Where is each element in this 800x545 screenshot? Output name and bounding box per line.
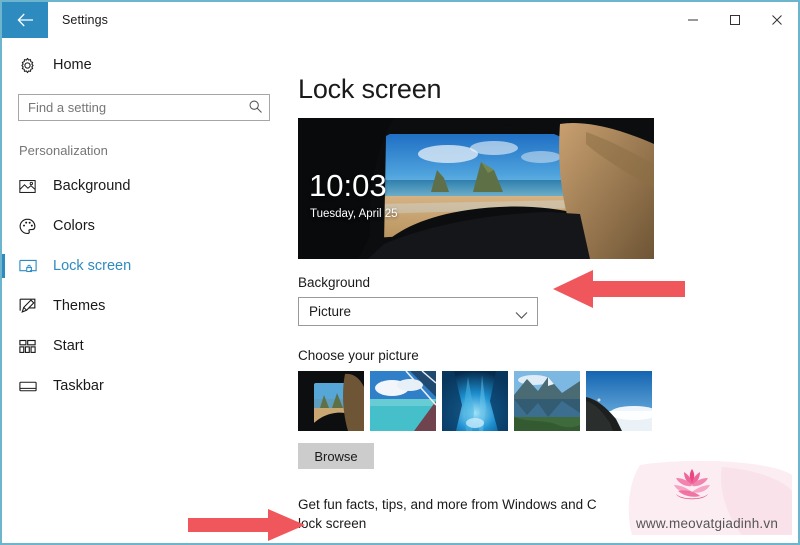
lock-screen-icon (19, 259, 45, 274)
lock-screen-preview: 10:03 Tuesday, April 25 (298, 118, 654, 259)
back-button[interactable] (2, 2, 48, 38)
thumbnail-cliff-above-clouds[interactable] (586, 371, 652, 431)
sidebar-section-header: Personalization (19, 143, 108, 158)
sidebar-item-label: Start (53, 338, 84, 354)
close-icon (772, 15, 782, 25)
sidebar-item-background[interactable]: Background (2, 166, 290, 206)
search-input[interactable] (18, 94, 270, 121)
picture-thumbnails (298, 371, 798, 431)
gear-icon (19, 57, 45, 74)
title-bar: Settings (2, 2, 798, 38)
app-title: Settings (62, 13, 108, 27)
background-label: Background (298, 275, 371, 290)
thumbnail-sky-structure-water[interactable] (370, 371, 436, 431)
sidebar-item-lock-screen[interactable]: Lock screen (2, 246, 290, 286)
preview-date: Tuesday, April 25 (310, 208, 398, 220)
search-box (18, 94, 270, 121)
sidebar-home-label: Home (53, 57, 92, 73)
sidebar-item-themes[interactable]: Themes (2, 286, 290, 326)
window-controls (672, 2, 798, 38)
sidebar-item-label: Themes (53, 298, 106, 314)
settings-window: Settings Home Find a setting Personaliza… (0, 0, 800, 545)
page-title: Lock screen (298, 74, 442, 104)
thumbnail-mountain-lake-reflection[interactable] (514, 371, 580, 431)
choose-picture-label: Choose your picture (298, 348, 419, 363)
brush-icon (19, 298, 45, 314)
picture-icon (19, 179, 45, 194)
sidebar-item-label: Colors (53, 218, 95, 234)
maximize-icon (730, 15, 740, 25)
minimize-icon (688, 19, 698, 21)
sidebar-item-home[interactable]: Home (2, 48, 290, 82)
thumbnail-sea-cave-beach[interactable] (298, 371, 364, 431)
sidebar-item-taskbar[interactable]: Taskbar (2, 366, 290, 406)
main-content: Lock screen 10:03 Tuesday, April 25 Back… (290, 38, 798, 543)
background-dropdown-value: Picture (309, 304, 352, 319)
fun-facts-description: Get fun facts, tips, and more from Windo… (298, 497, 597, 532)
browse-button[interactable]: Browse (298, 443, 374, 469)
taskbar-icon (19, 380, 45, 393)
sidebar-item-colors[interactable]: Colors (2, 206, 290, 246)
preview-time: 10:03 (309, 168, 387, 203)
sidebar-item-start[interactable]: Start (2, 326, 290, 366)
minimize-button[interactable] (672, 2, 714, 38)
thumbnail-blue-ice-cave[interactable] (442, 371, 508, 431)
palette-icon (19, 218, 45, 235)
start-tiles-icon (19, 339, 45, 354)
sidebar: Home Personalization (2, 38, 290, 543)
sidebar-item-label: Lock screen (53, 258, 132, 274)
close-button[interactable] (756, 2, 798, 38)
window-body: Home Personalization (2, 38, 798, 543)
maximize-button[interactable] (714, 2, 756, 38)
sidebar-item-label: Taskbar (53, 378, 104, 394)
sidebar-item-label: Background (53, 178, 131, 194)
back-arrow-icon (16, 13, 33, 27)
background-dropdown[interactable]: Picture (298, 297, 538, 326)
chevron-down-icon (515, 307, 528, 325)
